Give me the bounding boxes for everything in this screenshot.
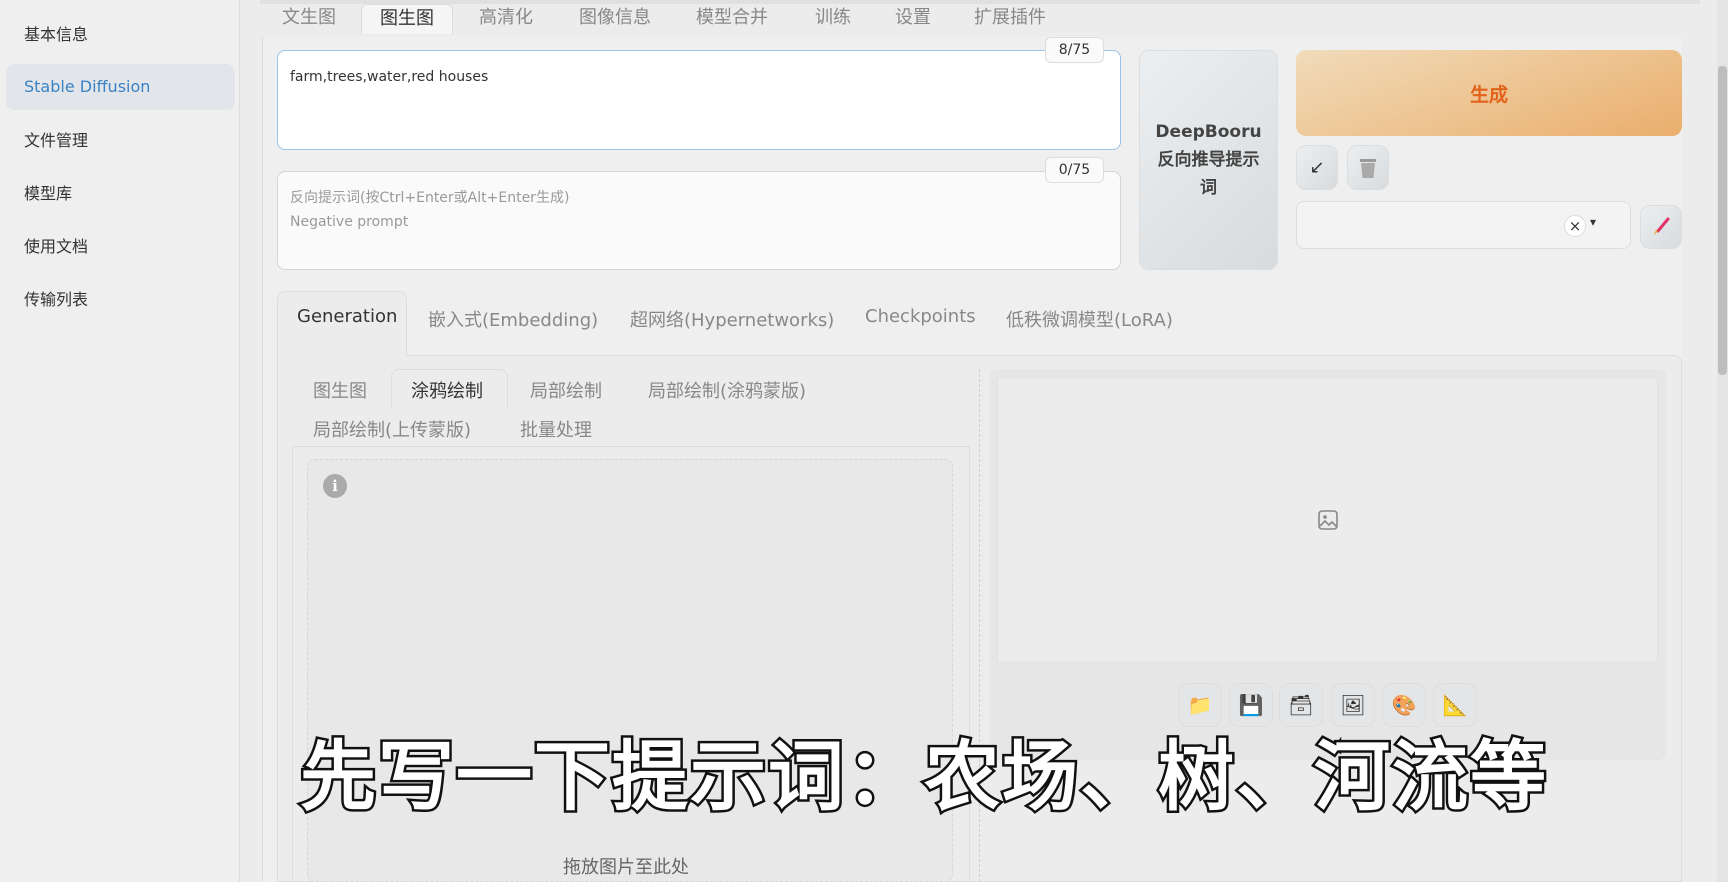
generate-label: 生成 [1469,83,1508,106]
deepbooru-label: DeepBooru [1155,122,1262,142]
negative-prompt-input[interactable]: 反向提示词(按Ctrl+Enter或Alt+Enter生成) Negative … [277,171,1121,270]
tab-embedding[interactable]: 嵌入式(Embedding) [428,306,598,332]
prompt-text: farm,trees,water,red houses [290,69,489,85]
output-image-area [997,377,1658,663]
subtab-inpaint-upload[interactable]: 局部绘制(上传蒙版) [313,416,471,442]
arrow-down-left-icon: ↙ [1309,157,1325,178]
scrollbar-thumb[interactable] [1718,66,1727,375]
prompt-token-counter: 8/75 [1045,37,1104,63]
image-icon: 🖼 [1340,693,1366,717]
info-icon[interactable]: i [323,474,347,498]
paintbrush-icon [1654,217,1670,235]
tab-extensions[interactable]: 扩展插件 [974,4,1046,34]
deepbooru-sub-label: 反向推导提示词 [1157,150,1260,198]
paste-params-button[interactable]: ↙ [1296,145,1338,190]
video-subtitle: 先写一下提示词：农场、树、河流等 [298,730,1549,824]
tab-img2img[interactable]: 图生图 [361,4,453,34]
clear-icon[interactable]: × [1564,215,1586,237]
sidebar-item-model-library[interactable]: 模型库 [6,171,235,217]
zip-save-icon: 🗃 [1288,693,1314,717]
chevron-down-icon[interactable]: ▾ [1590,215,1596,229]
subtab-img2img[interactable]: 图生图 [313,377,367,403]
sidebar-item-docs[interactable]: 使用文档 [6,224,235,270]
scrollbar[interactable] [1717,0,1728,882]
negative-token-counter: 0/75 [1045,157,1104,183]
tab-txt2img[interactable]: 文生图 [282,4,336,34]
negative-prompt-placeholder: 反向提示词(按Ctrl+Enter或Alt+Enter生成) [290,190,570,206]
apply-style-button[interactable] [1640,205,1682,249]
subtab-inpaint[interactable]: 局部绘制 [530,377,602,403]
generate-button[interactable]: 生成 [1296,50,1682,136]
sidebar-item-file-manager[interactable]: 文件管理 [6,118,235,164]
folder-icon: 📁 [1187,693,1213,717]
tab-checkpoints[interactable]: Checkpoints [865,306,976,327]
tab-settings[interactable]: 设置 [895,4,931,34]
negative-prompt-placeholder-en: Negative prompt [290,214,409,230]
subtab-sketch[interactable]: 涂鸦绘制 [411,377,483,403]
drop-area-text: 拖放图片至此处 [563,857,689,878]
tab-train[interactable]: 训练 [815,4,851,34]
subtab-batch[interactable]: 批量处理 [520,416,592,442]
style-select[interactable]: × ▾ [1296,201,1631,249]
sidebar-item-transfers[interactable]: 传输列表 [6,277,235,323]
tab-upscale[interactable]: 高清化 [479,4,533,34]
tab-model-merge[interactable]: 模型合并 [696,4,768,34]
save-icon: 💾 [1238,693,1264,717]
sidebar-item-stable-diffusion[interactable]: Stable Diffusion [6,64,235,110]
sidebar: 基本信息 Stable Diffusion 文件管理 模型库 使用文档 传输列表 [0,0,240,882]
subtab-inpaint-sketch[interactable]: 局部绘制(涂鸦蒙版) [648,377,806,403]
deepbooru-button[interactable]: DeepBooru 反向推导提示词 [1139,50,1278,270]
tab-generation[interactable]: Generation [297,306,397,327]
prompt-input[interactable]: farm,trees,water,red houses [277,50,1121,150]
tab-image-info[interactable]: 图像信息 [579,4,651,34]
trash-icon [1360,158,1376,178]
clear-prompt-button[interactable] [1347,145,1389,190]
image-placeholder-icon [1317,510,1338,530]
tab-lora[interactable]: 低秩微调模型(LoRA) [1006,306,1173,332]
palette-icon: 🎨 [1391,693,1417,717]
tab-hypernetworks[interactable]: 超网络(Hypernetworks) [630,306,834,332]
ruler-icon: 📐 [1442,693,1468,717]
sidebar-item-basic-info[interactable]: 基本信息 [6,12,235,58]
